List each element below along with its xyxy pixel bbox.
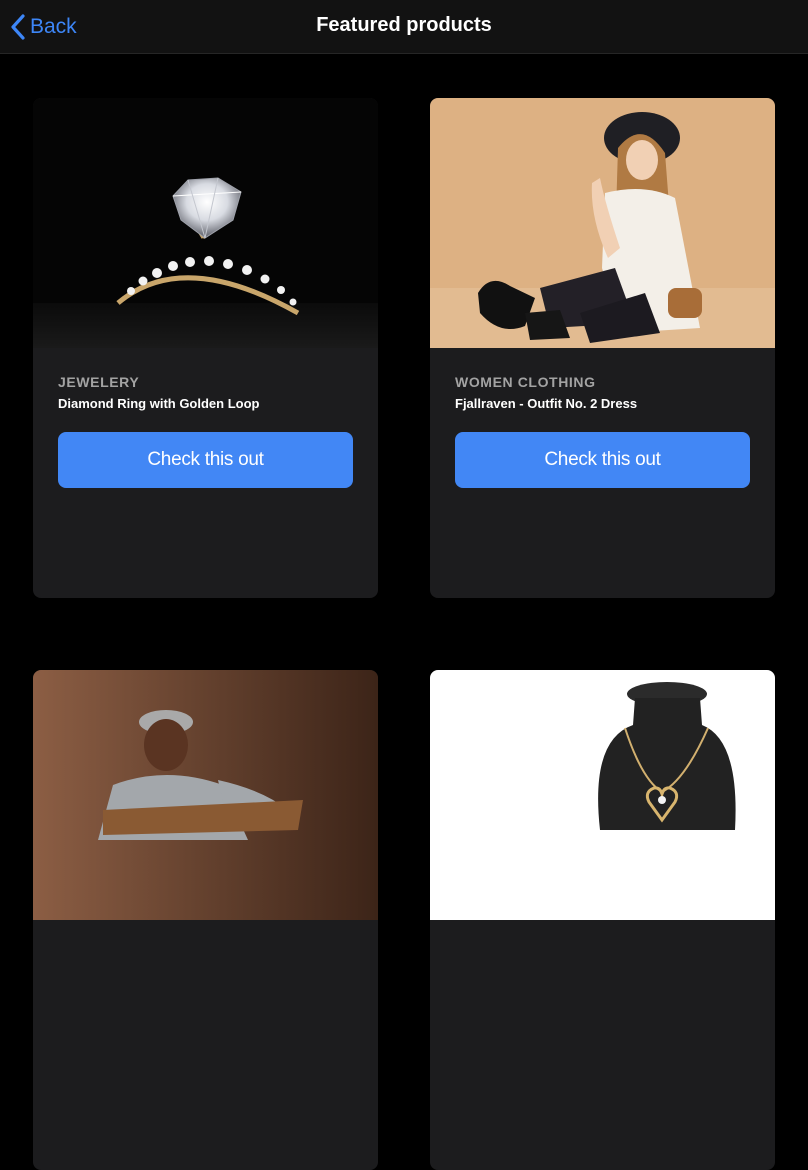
product-category: JEWELERY [58, 374, 140, 390]
diamond-ring-photo [33, 98, 378, 348]
woman-in-hat-photo [430, 98, 775, 348]
man-sitting-photo [33, 670, 378, 920]
check-this-out-button[interactable]: Check this out [58, 432, 353, 488]
product-card [430, 670, 775, 1170]
check-this-out-button[interactable]: Check this out [455, 432, 750, 488]
product-card: WOMEN CLOTHING Fjallraven - Outfit No. 2… [430, 98, 775, 598]
product-card [33, 670, 378, 1170]
page-title: Featured products [316, 14, 492, 36]
product-name: Diamond Ring with Golden Loop [58, 396, 260, 411]
navigation-bar: Back Featured products [0, 0, 808, 54]
product-category: WOMEN CLOTHING [455, 374, 596, 390]
product-card: JEWELERY Diamond Ring with Golden Loop C… [33, 98, 378, 598]
heart-necklace-photo [430, 670, 775, 920]
product-name: Fjallraven - Outfit No. 2 Dress [455, 396, 638, 411]
